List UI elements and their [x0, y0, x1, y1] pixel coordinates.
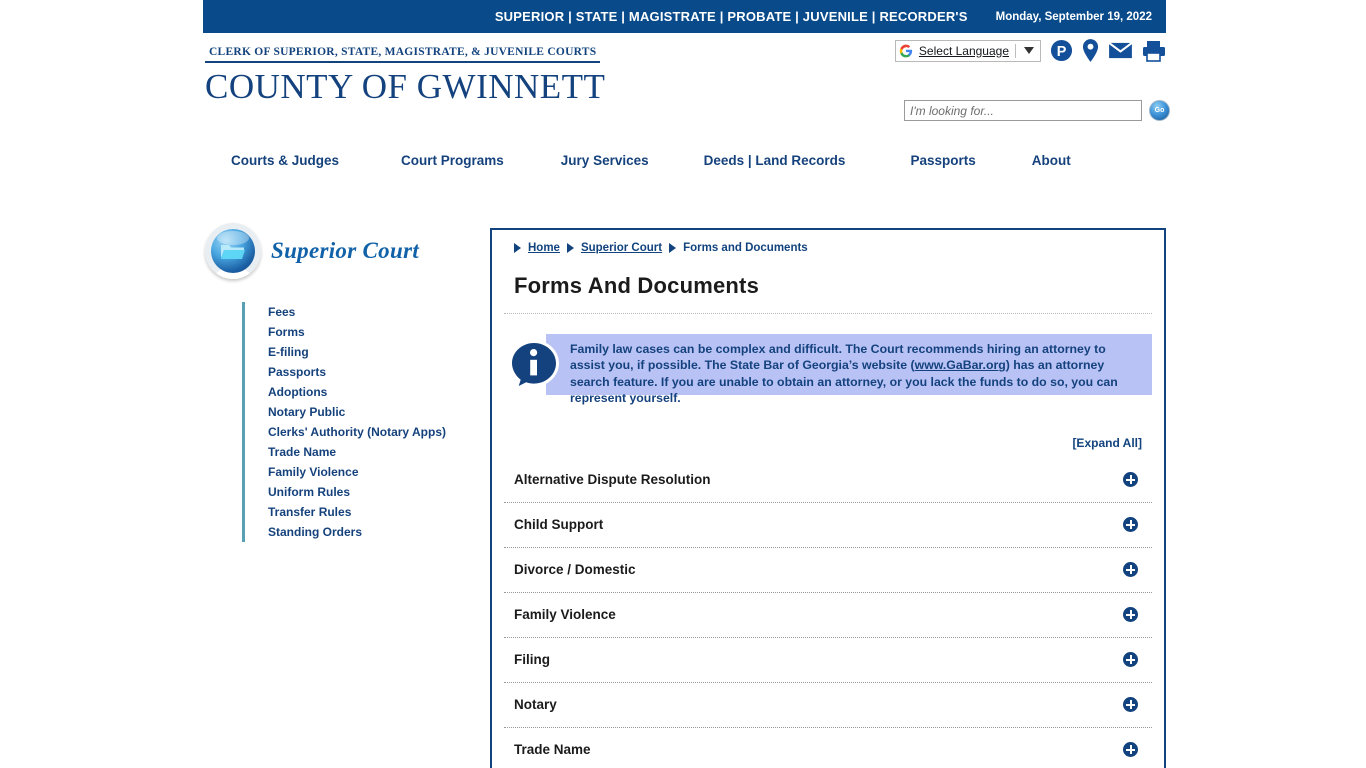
info-icon: [506, 334, 562, 395]
sidebar-item-forms[interactable]: Forms: [268, 322, 475, 342]
google-g-icon: [899, 44, 913, 58]
google-translate-widget[interactable]: Select Language: [894, 39, 1041, 62]
folder-orb-icon: [205, 223, 261, 279]
sidebar-item-adoptions[interactable]: Adoptions: [268, 382, 475, 402]
content-panel: Home Superior Court Forms and Documents …: [490, 228, 1166, 768]
expand-all-link[interactable]: [Expand All]: [492, 414, 1164, 450]
nav-item-jury-services[interactable]: Jury Services: [561, 153, 649, 168]
breadcrumb-link-superior-court[interactable]: Superior Court: [581, 242, 662, 254]
courts-list-label: SUPERIOR | STATE | MAGISTRATE | PROBATE …: [494, 9, 968, 24]
accordion-item-filing[interactable]: Filing: [504, 638, 1152, 683]
translate-separator: [1015, 43, 1016, 58]
info-callout: Family law cases can be complex and diff…: [506, 334, 1152, 414]
breadcrumb-arrow-icon: [566, 243, 574, 253]
accordion-list: Alternative Dispute Resolution Child Sup…: [504, 458, 1152, 768]
accordion-item-family-violence[interactable]: Family Violence: [504, 593, 1152, 638]
accordion-item-child-support[interactable]: Child Support: [504, 503, 1152, 548]
main-navigation: Courts & Judges Court Programs Jury Serv…: [203, 148, 1166, 172]
breadcrumb-arrow-icon: [669, 243, 677, 253]
sidebar-item-transfer-rules[interactable]: Transfer Rules: [268, 502, 475, 522]
accordion-item-notary[interactable]: Notary: [504, 683, 1152, 728]
parking-icon[interactable]: P: [1050, 39, 1073, 62]
current-date-label: Monday, September 19, 2022: [995, 10, 1152, 23]
sidebar-item-uniform-rules[interactable]: Uniform Rules: [268, 482, 475, 502]
accordion-label: Notary: [514, 697, 557, 713]
translate-label[interactable]: Select Language: [919, 44, 1009, 58]
search-input[interactable]: [904, 100, 1142, 121]
top-utility-bar: SUPERIOR | STATE | MAGISTRATE | PROBATE …: [203, 0, 1166, 33]
plus-circle-icon[interactable]: [1123, 652, 1138, 668]
accordion-item-trade-name[interactable]: Trade Name: [504, 728, 1152, 768]
brand-title: COUNTY OF GWINNETT: [205, 67, 606, 106]
gabar-link[interactable]: www.GaBar.org: [915, 358, 1006, 372]
top-utility-bar-inner: SUPERIOR | STATE | MAGISTRATE | PROBATE …: [495, 0, 1166, 33]
location-pin-icon[interactable]: [1082, 39, 1099, 62]
callout-text: Family law cases can be complex and diff…: [562, 334, 1152, 414]
breadcrumb-arrow-icon: [514, 243, 521, 253]
accordion-item-divorce-domestic[interactable]: Divorce / Domestic: [504, 548, 1152, 593]
site-search: Go: [904, 100, 1170, 121]
accordion-label: Child Support: [514, 517, 604, 533]
sidebar-item-notary-public[interactable]: Notary Public: [268, 402, 475, 422]
left-sidebar: Superior Court Fees Forms E-filing Passp…: [205, 222, 475, 542]
plus-circle-icon[interactable]: [1123, 697, 1138, 713]
accordion-item-alternative-dispute-resolution[interactable]: Alternative Dispute Resolution: [504, 458, 1152, 503]
accordion-label: Family Violence: [514, 607, 616, 623]
accordion-label: Divorce / Domestic: [514, 562, 636, 578]
sidebar-item-family-violence[interactable]: Family Violence: [268, 462, 475, 482]
nav-item-deeds-land-records[interactable]: Deeds | Land Records: [704, 153, 846, 168]
sidebar-item-standing-orders[interactable]: Standing Orders: [268, 522, 475, 542]
title-divider: [504, 313, 1152, 314]
accordion-label: Trade Name: [514, 742, 591, 758]
page-title: Forms And Documents: [514, 273, 760, 298]
nav-item-about[interactable]: About: [1032, 153, 1071, 168]
site-brand: CLERK OF SUPERIOR, STATE, MAGISTRATE, & …: [205, 46, 605, 106]
search-go-button[interactable]: Go: [1149, 100, 1170, 121]
breadcrumb-link-home[interactable]: Home: [528, 242, 560, 254]
nav-item-court-programs[interactable]: Court Programs: [401, 153, 504, 168]
envelope-icon[interactable]: [1108, 41, 1133, 60]
chevron-down-icon[interactable]: [1024, 47, 1034, 54]
sidebar-item-trade-name[interactable]: Trade Name: [268, 442, 475, 462]
plus-circle-icon[interactable]: [1123, 607, 1138, 623]
brand-subtitle: CLERK OF SUPERIOR, STATE, MAGISTRATE, & …: [209, 46, 597, 58]
sidebar-item-e-filing[interactable]: E-filing: [268, 342, 475, 362]
sidebar-item-clerks-authority[interactable]: Clerks' Authority (Notary Apps): [268, 422, 475, 442]
superior-court-logo[interactable]: Superior Court: [205, 222, 475, 280]
nav-item-passports[interactable]: Passports: [910, 153, 975, 168]
accordion-label: Alternative Dispute Resolution: [514, 472, 711, 488]
sidebar-nav-list: Fees Forms E-filing Passports Adoptions …: [242, 302, 475, 542]
brand-divider: [205, 61, 600, 63]
page-root: SUPERIOR | STATE | MAGISTRATE | PROBATE …: [0, 0, 1366, 768]
sidebar-item-passports[interactable]: Passports: [268, 362, 475, 382]
plus-circle-icon[interactable]: [1123, 742, 1138, 758]
accordion-label: Filing: [514, 652, 550, 668]
plus-circle-icon[interactable]: [1123, 562, 1138, 578]
breadcrumb: Home Superior Court Forms and Documents: [492, 230, 1164, 254]
printer-icon[interactable]: [1142, 40, 1166, 62]
superior-court-title: Superior Court: [271, 238, 420, 263]
nav-item-courts-judges[interactable]: Courts & Judges: [231, 153, 339, 168]
plus-circle-icon[interactable]: [1123, 517, 1138, 533]
svg-text:P: P: [1057, 44, 1067, 60]
plus-circle-icon[interactable]: [1123, 472, 1138, 488]
breadcrumb-current: Forms and Documents: [683, 242, 808, 254]
sidebar-item-fees[interactable]: Fees: [268, 302, 475, 322]
utility-icon-bar: Select Language P: [894, 39, 1166, 62]
